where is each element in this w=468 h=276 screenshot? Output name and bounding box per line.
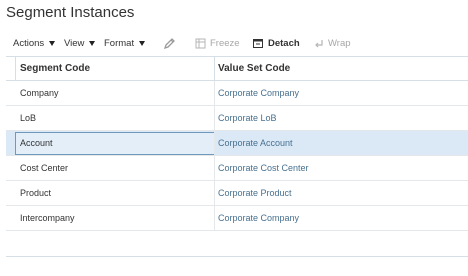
format-menu-label: Format	[104, 37, 135, 49]
chevron-down-icon	[89, 41, 96, 46]
segment-code-cell: Product	[20, 188, 52, 198]
chevron-down-icon	[49, 41, 56, 46]
table-row[interactable]: Product Corporate Product	[6, 181, 468, 206]
table-row[interactable]: LoB Corporate LoB	[6, 106, 468, 131]
column-divider	[214, 131, 215, 155]
column-header-value-set-code[interactable]: Value Set Code	[218, 57, 290, 81]
table-row[interactable]: Company Corporate Company	[6, 81, 468, 106]
chevron-down-icon	[139, 41, 146, 46]
page-title: Segment Instances	[6, 4, 135, 21]
view-menu-label: View	[64, 37, 85, 49]
wrap-label: Wrap	[328, 37, 351, 49]
table-row[interactable]: Intercompany Corporate Company	[6, 206, 468, 231]
freeze-label: Freeze	[210, 37, 240, 49]
freeze-icon	[195, 38, 206, 49]
segment-code-cell: Intercompany	[20, 213, 75, 223]
column-divider	[214, 206, 215, 230]
wrap-button[interactable]: Wrap	[313, 34, 351, 52]
column-divider	[214, 181, 215, 205]
table-row[interactable]: Cost Center Corporate Cost Center	[6, 156, 468, 181]
table-footer-divider	[6, 256, 468, 257]
value-set-code-cell: Corporate Company	[218, 88, 300, 98]
segment-code-cell: Company	[20, 88, 59, 98]
detach-label: Detach	[268, 37, 300, 49]
format-menu[interactable]: Format	[104, 34, 146, 52]
actions-menu[interactable]: Actions	[13, 34, 56, 52]
table-row-selected[interactable]: Account Corporate Account	[6, 131, 468, 156]
actions-menu-label: Actions	[13, 37, 45, 49]
column-header-segment-code[interactable]: Segment Code	[20, 57, 90, 81]
view-menu[interactable]: View	[64, 34, 96, 52]
segment-instances-table: Segment Code Value Set Code Company Corp…	[6, 56, 468, 231]
pencil-icon	[163, 37, 176, 50]
column-divider	[214, 106, 215, 130]
value-set-code-cell: Corporate Cost Center	[218, 163, 309, 173]
wrap-icon	[313, 38, 324, 49]
value-set-code-cell: Corporate Account	[218, 138, 293, 148]
table-toolbar: Actions View Format Freeze Detach Wrap	[0, 34, 468, 52]
column-divider	[214, 57, 215, 81]
edit-button[interactable]	[163, 34, 180, 52]
table-header: Segment Code Value Set Code	[6, 56, 468, 81]
detach-icon	[253, 38, 264, 49]
value-set-code-cell: Corporate LoB	[218, 113, 277, 123]
value-set-code-cell: Corporate Product	[218, 188, 292, 198]
detach-button[interactable]: Detach	[253, 34, 300, 52]
segment-code-cell: Account	[20, 138, 53, 148]
segment-code-cell: LoB	[20, 113, 37, 123]
column-divider	[214, 81, 215, 105]
freeze-button[interactable]: Freeze	[195, 34, 240, 52]
value-set-code-cell: Corporate Company	[218, 213, 300, 223]
segment-code-cell: Cost Center	[20, 163, 69, 173]
column-divider	[15, 57, 16, 81]
column-divider	[214, 156, 215, 180]
